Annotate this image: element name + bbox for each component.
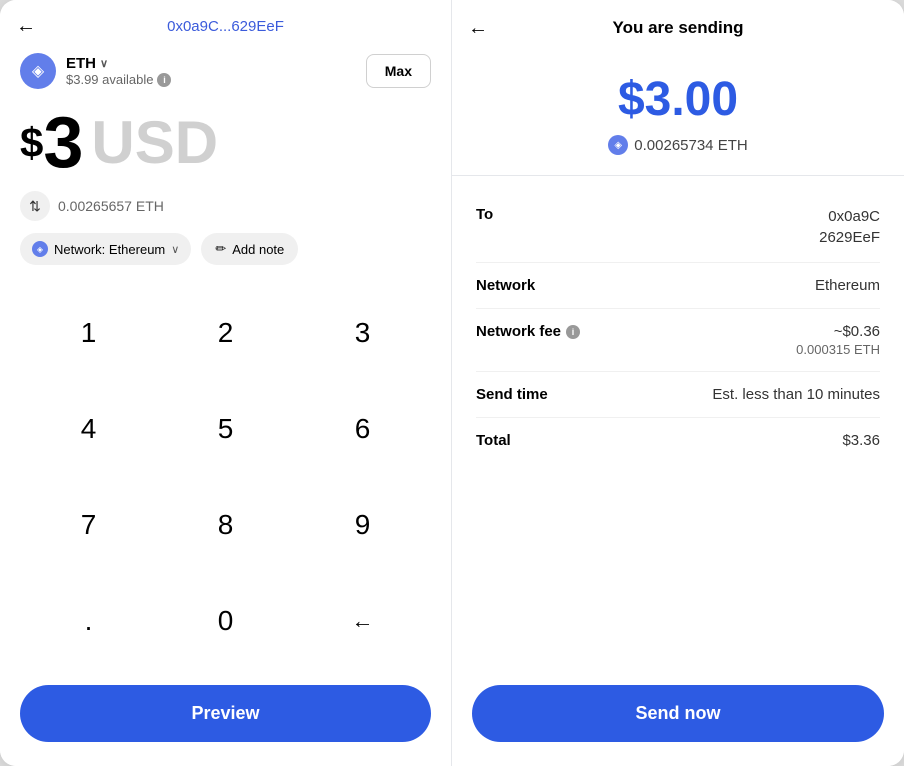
to-address: 0x0a9C 2629EeF	[819, 206, 880, 248]
token-chevron-icon: ∨	[100, 57, 108, 70]
send-eth-row: ◈ 0.00265734 ETH	[608, 135, 747, 155]
send-now-button[interactable]: Send now	[472, 685, 884, 742]
options-row: ◈ Network: Ethereum ∨ ✏ Add note	[0, 233, 451, 281]
pencil-icon: ✏	[215, 241, 226, 257]
key-backspace[interactable]: ←	[294, 573, 431, 669]
eth-equivalent: 0.00265657 ETH	[58, 198, 164, 214]
total-value: $3.36	[842, 432, 880, 449]
token-name-row[interactable]: ETH ∨	[66, 55, 171, 72]
dollar-sign: $	[20, 122, 43, 164]
key-1[interactable]: 1	[20, 285, 157, 381]
token-text: ETH ∨ $3.99 available i	[66, 55, 171, 87]
fee-eth-value: 0.000315 ETH	[796, 342, 880, 357]
right-header: ← You are sending	[452, 0, 904, 48]
right-back-button[interactable]: ←	[468, 17, 488, 40]
key-7[interactable]: 7	[20, 477, 157, 573]
fee-usd-value: ~$0.36	[796, 323, 880, 340]
fee-info-icon[interactable]: i	[566, 325, 580, 339]
fee-row: Network fee i ~$0.36 0.000315 ETH	[476, 309, 880, 372]
amount-display: $ 3 USD	[0, 97, 451, 183]
key-5[interactable]: 5	[157, 381, 294, 477]
network-detail-label: Network	[476, 277, 535, 294]
network-eth-icon: ◈	[32, 241, 48, 257]
send-eth-amount: 0.00265734 ETH	[634, 137, 747, 154]
send-time-value: Est. less than 10 minutes	[712, 386, 880, 403]
key-0[interactable]: 0	[157, 573, 294, 669]
send-amount-section: $3.00 ◈ 0.00265734 ETH	[452, 48, 904, 176]
amount-number: 3	[43, 107, 83, 179]
key-2[interactable]: 2	[157, 285, 294, 381]
key-9[interactable]: 9	[294, 477, 431, 573]
keypad: 1 2 3 4 5 6 7 8 9 . 0 ←	[0, 281, 451, 673]
eth-logo-icon: ◈	[20, 53, 56, 89]
send-time-label: Send time	[476, 386, 548, 403]
network-label: Network: Ethereum	[54, 242, 165, 257]
fee-value-col: ~$0.36 0.000315 ETH	[796, 323, 880, 357]
to-label: To	[476, 206, 493, 223]
total-label: Total	[476, 432, 511, 449]
key-8[interactable]: 8	[157, 477, 294, 573]
to-address-line1: 0x0a9C	[819, 206, 880, 227]
token-row: ◈ ETH ∨ $3.99 available i Max	[0, 45, 451, 97]
network-row: Network Ethereum	[476, 263, 880, 309]
left-header: ← 0x0a9C...629EeF	[0, 0, 451, 45]
left-panel: ← 0x0a9C...629EeF ◈ ETH ∨ $3.99 availabl…	[0, 0, 452, 766]
amount-currency: USD	[91, 113, 218, 173]
address-link[interactable]: 0x0a9C...629EeF	[167, 18, 284, 35]
right-title: You are sending	[613, 18, 744, 38]
key-4[interactable]: 4	[20, 381, 157, 477]
total-row: Total $3.36	[476, 418, 880, 463]
max-button[interactable]: Max	[366, 54, 431, 88]
key-dot[interactable]: .	[20, 573, 157, 669]
convert-row: ⇅ 0.00265657 ETH	[0, 183, 451, 233]
convert-icon[interactable]: ⇅	[20, 191, 50, 221]
add-note-button[interactable]: ✏ Add note	[201, 233, 298, 265]
to-address-line2: 2629EeF	[819, 227, 880, 248]
token-info: ◈ ETH ∨ $3.99 available i	[20, 53, 171, 89]
network-chevron-icon: ∨	[171, 243, 179, 256]
fee-label-row: Network fee i	[476, 323, 580, 340]
balance-info-icon[interactable]: i	[157, 73, 171, 87]
add-note-label: Add note	[232, 242, 284, 257]
send-usd-amount: $3.00	[618, 72, 738, 127]
preview-button[interactable]: Preview	[20, 685, 431, 742]
details-section: To 0x0a9C 2629EeF Network Ethereum Netwo…	[452, 176, 904, 673]
token-balance: $3.99 available i	[66, 72, 171, 87]
send-eth-icon: ◈	[608, 135, 628, 155]
network-button[interactable]: ◈ Network: Ethereum ∨	[20, 233, 191, 265]
send-time-row: Send time Est. less than 10 minutes	[476, 372, 880, 418]
to-row: To 0x0a9C 2629EeF	[476, 192, 880, 263]
token-name-label: ETH	[66, 55, 96, 72]
fee-label: Network fee	[476, 323, 561, 340]
network-detail-value: Ethereum	[815, 277, 880, 294]
key-6[interactable]: 6	[294, 381, 431, 477]
left-back-button[interactable]: ←	[16, 15, 36, 38]
right-panel: ← You are sending $3.00 ◈ 0.00265734 ETH…	[452, 0, 904, 766]
key-3[interactable]: 3	[294, 285, 431, 381]
